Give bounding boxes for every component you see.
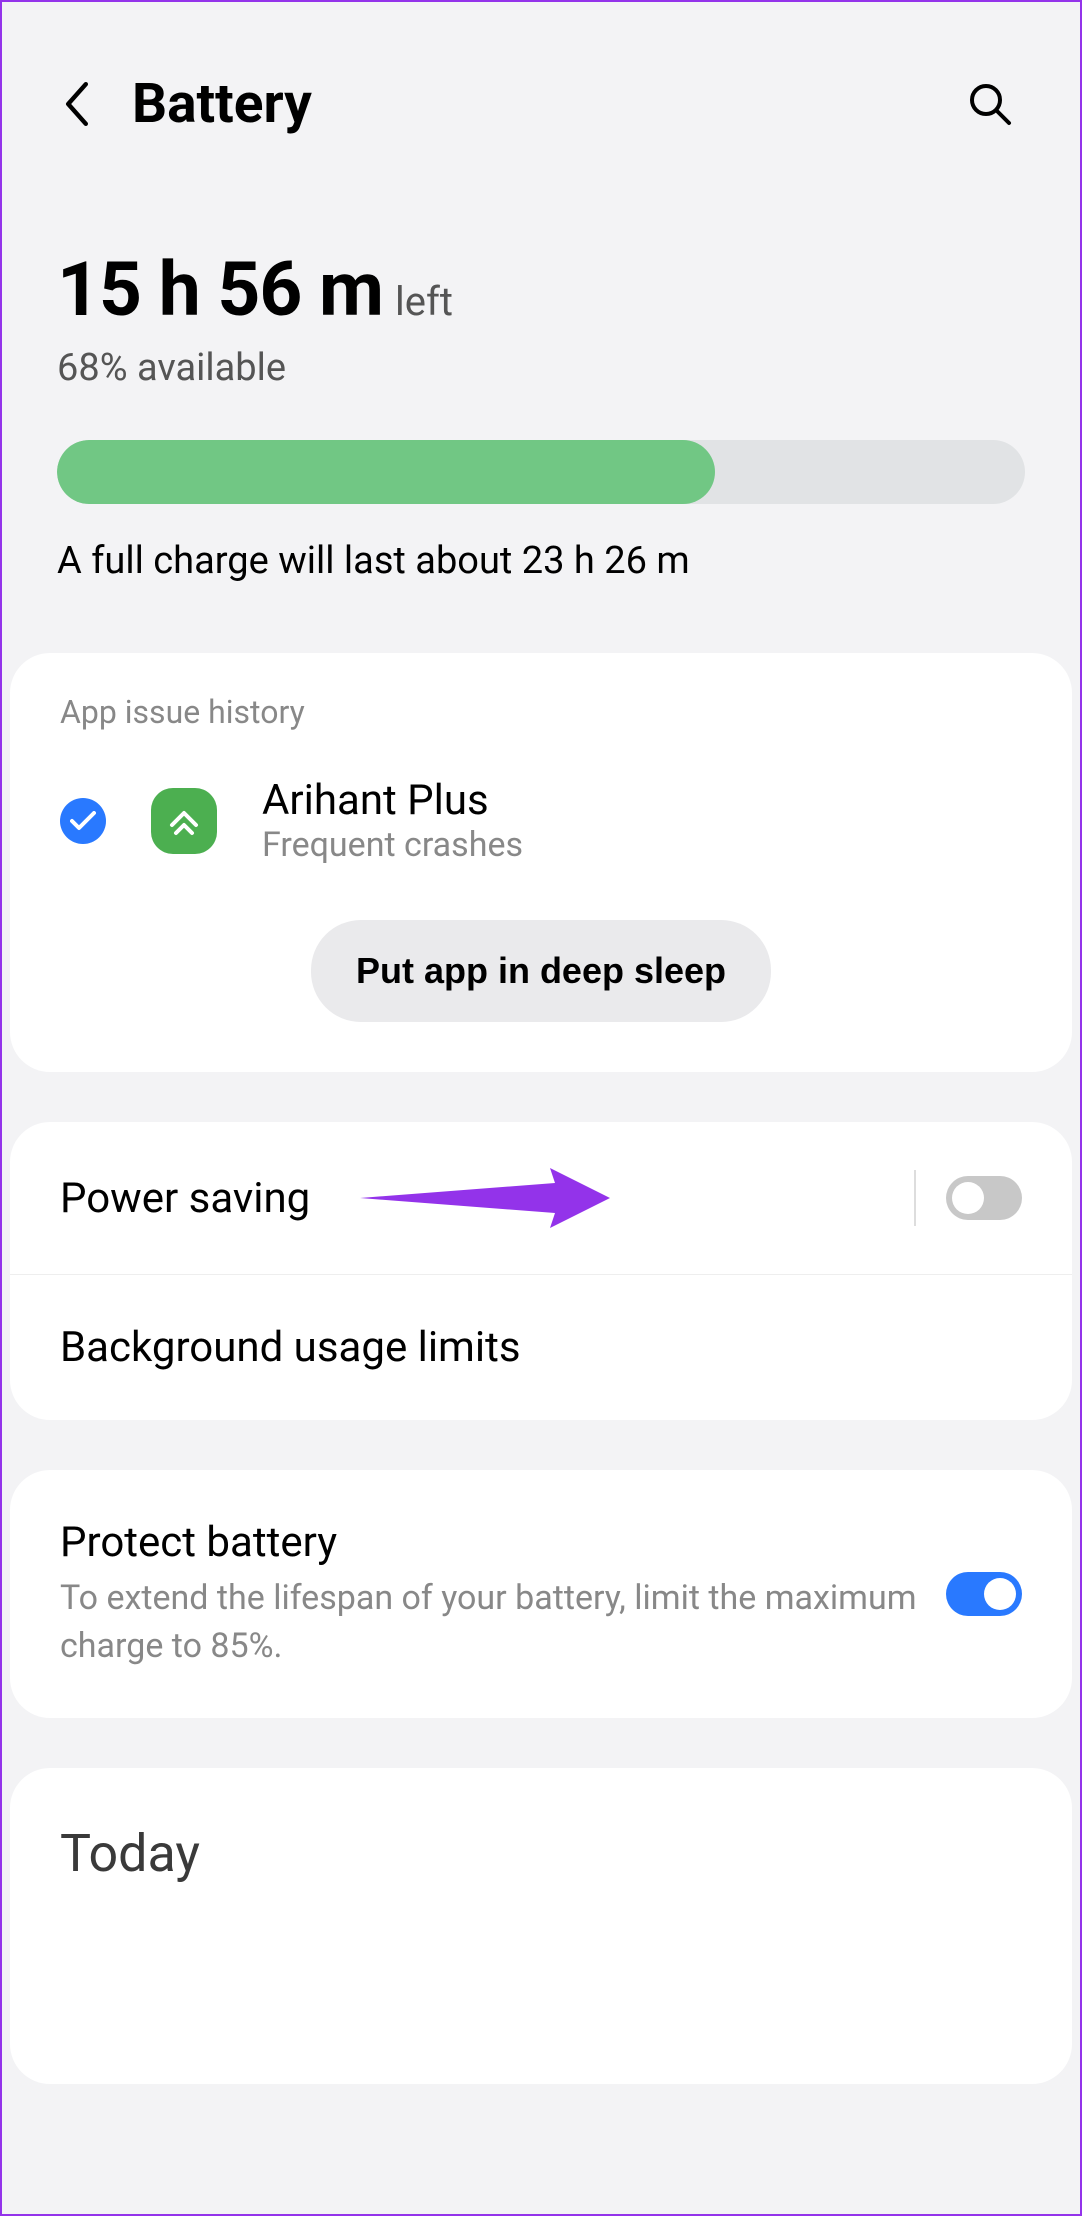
protect-battery-row[interactable]: Protect battery To extend the lifespan o… [10,1470,1072,1718]
app-issue-reason: Frequent crashes [262,825,523,865]
deep-sleep-button[interactable]: Put app in deep sleep [311,920,771,1022]
battery-bar-fill [57,440,715,504]
settings-card: Power saving Background usage limits [10,1122,1072,1420]
app-issue-header: App issue history [60,693,1022,731]
protect-battery-toggle[interactable] [946,1572,1022,1616]
battery-bar[interactable] [57,440,1025,504]
time-suffix: left [395,278,453,325]
full-charge-estimate: A full charge will last about 23 h 26 m [57,539,1025,583]
usage-card: Today [10,1768,1072,2084]
page-title: Battery [132,72,965,136]
protect-battery-desc: To extend the lifespan of your battery, … [60,1575,946,1670]
power-saving-row[interactable]: Power saving [10,1122,1072,1274]
time-remaining: 15 h 56 m [57,246,383,334]
percent-available: 68% available [57,346,1025,390]
app-icon [151,788,217,854]
battery-summary: 15 h 56 m left 68% available A full char… [2,156,1080,623]
checkmark-icon [60,798,106,844]
protect-battery-label: Protect battery [60,1518,946,1567]
search-icon[interactable] [965,79,1015,129]
usage-title: Today [60,1823,1022,1884]
app-issue-row[interactable]: Arihant Plus Frequent crashes [60,776,1022,865]
power-saving-toggle[interactable] [946,1176,1022,1220]
power-saving-label: Power saving [60,1174,914,1223]
header: Battery [2,2,1080,156]
divider [914,1170,916,1226]
app-name: Arihant Plus [262,776,523,825]
background-limits-label: Background usage limits [60,1323,1022,1372]
background-limits-row[interactable]: Background usage limits [10,1274,1072,1420]
back-icon[interactable] [57,84,97,124]
app-issue-card: App issue history Arihant Plus Frequent … [10,653,1072,1072]
